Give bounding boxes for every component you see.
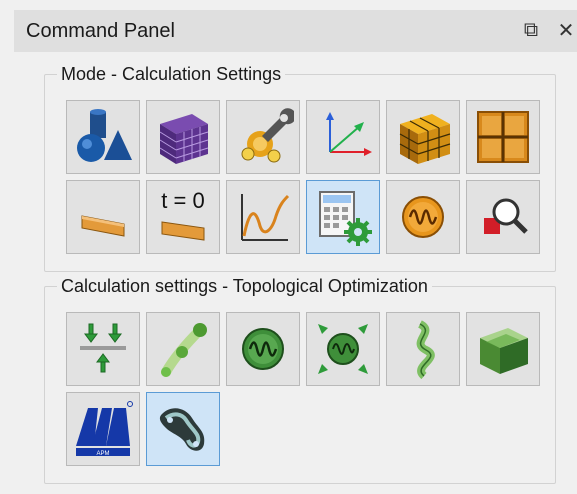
tool-button-mesh-cube[interactable] [146,100,220,174]
tool-button-curve-plot[interactable] [226,180,300,254]
tool-button-topology-bracket[interactable] [146,392,220,466]
tool-button-orange-mesh-cube[interactable] [386,100,460,174]
grid-panel-icon [472,106,534,168]
properties-wrench-icon [232,106,294,168]
tool-button-frequency-constraint[interactable] [306,312,380,386]
command-panel: Command Panel ⧉ ✕ Mode - Calculation Set… [0,0,577,494]
float-window-icon[interactable]: ⧉ [519,18,543,42]
orange-mesh-cube-icon [392,106,454,168]
tool-button-calculation-settings[interactable] [306,180,380,254]
path-nodes-icon [152,318,214,380]
group-legend: Mode - Calculation Settings [61,64,282,84]
tool-button-path-nodes[interactable] [146,312,220,386]
coordinate-axes-icon [312,106,374,168]
tool-button-frequency[interactable] [226,312,300,386]
tool-button-beam-element[interactable] [66,180,140,254]
tool-button-properties-wrench[interactable] [226,100,300,174]
oscillation-icon [392,186,454,248]
close-icon[interactable]: ✕ [554,18,577,42]
apm-logo-icon: APM [72,398,134,460]
tool-button-initial-time[interactable]: t = 0 t = 0 [146,180,220,254]
frequency-constraint-icon [312,318,374,380]
curve-plot-icon [232,186,294,248]
tool-button-green-cube[interactable] [466,312,540,386]
mesh-cube-icon [152,106,214,168]
group-legend: Calculation settings - Topological Optim… [61,276,428,296]
topology-bracket-icon [152,398,214,460]
panel-title: Command Panel [26,20,175,42]
tool-button-oscillation[interactable] [386,180,460,254]
tool-button-grid-panel[interactable] [466,100,540,174]
tool-button-geometry-shapes[interactable] [66,100,140,174]
inspect-zoom-icon [472,186,534,248]
tool-button-coordinate-axes[interactable] [306,100,380,174]
svg-text:t = 0: t = 0 [161,188,204,213]
initial-time-icon: t = 0 [152,186,214,248]
tool-button-inspect-zoom[interactable] [466,180,540,254]
svg-text:APM: APM [96,451,109,457]
frequency-icon [232,318,294,380]
calculation-settings-icon [312,186,374,248]
geometry-shapes-icon [72,106,134,168]
tool-button-load-arrows[interactable] [66,312,140,386]
tool-button-twisted-strip[interactable] [386,312,460,386]
beam-element-icon [72,186,134,248]
tool-button-apm-logo[interactable]: APM [66,392,140,466]
green-cube-icon [472,318,534,380]
load-arrows-icon [72,318,134,380]
twisted-strip-icon [392,318,454,380]
panel-titlebar[interactable]: Command Panel ⧉ ✕ [14,10,577,52]
